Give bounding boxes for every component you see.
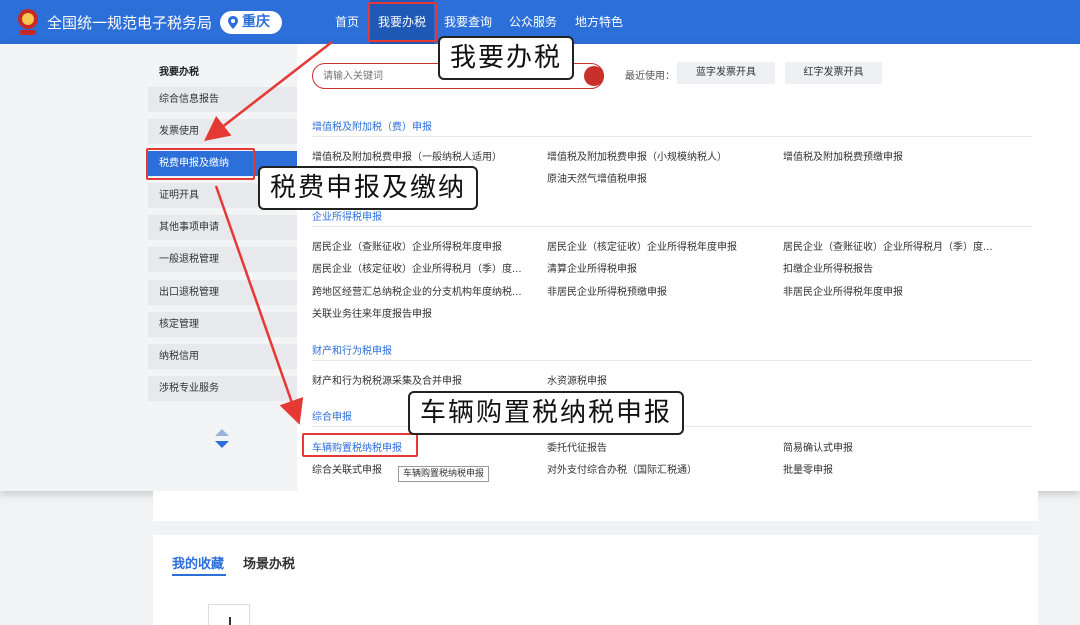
content-card [153, 491, 1038, 521]
region-selector[interactable]: 重庆 [220, 11, 282, 34]
link-batch-zero[interactable]: 批量零申报 [783, 461, 833, 476]
sidebar-item-professional[interactable]: 涉税专业服务 [148, 376, 297, 401]
sidebar-item-assessment[interactable]: 核定管理 [148, 312, 297, 337]
tooltip: 车辆购置税纳税申报 [398, 466, 490, 482]
favorites-card [153, 535, 1038, 625]
link-withholding[interactable]: 扣缴企业所得税报告 [783, 260, 873, 275]
link-nonresident-annual[interactable]: 非居民企业所得税年度申报 [783, 283, 903, 298]
callout-tax-handling: 我要办税 [438, 36, 575, 80]
recent-red-invoice-button[interactable]: 红字发票开具 [785, 62, 882, 84]
site-title: 全国统一规范电子税务局 [47, 14, 213, 32]
tab-scenario[interactable]: 场景办税 [243, 553, 295, 572]
nav-tax-handling[interactable]: 我要办税 [370, 0, 434, 44]
section-title-property: 财产和行为税申报 [312, 346, 392, 357]
callout-vehicle-purchase-tax: 车辆购置税纳税申报 [408, 391, 685, 435]
sidebar-title: 我要办税 [159, 67, 199, 78]
sidebar-item-other-request[interactable]: 其他事项申请 [148, 215, 297, 240]
sidebar-item-invoice[interactable]: 发票使用 [148, 119, 297, 144]
sidebar-item-general-refund[interactable]: 一般退税管理 [148, 247, 297, 272]
recent-blue-invoice-button[interactable]: 蓝字发票开具 [677, 62, 775, 84]
link-linked-declaration[interactable]: 综合关联式申报 [312, 461, 382, 476]
link-nonresident-prepay[interactable]: 非居民企业所得税预缴申报 [547, 283, 667, 298]
tab-underline [172, 574, 226, 576]
link-vat-prepay[interactable]: 增值税及附加税费预缴申报 [783, 148, 903, 163]
sidebar-item-info-report[interactable]: 综合信息报告 [148, 87, 297, 112]
recent-label: 最近使用： [625, 71, 675, 82]
link-corp-audit-quarterly[interactable]: 居民企业（查账征收）企业所得税月（季）度... [783, 238, 993, 253]
tab-favorites[interactable]: 我的收藏 [172, 553, 224, 572]
link-vehicle-purchase-tax[interactable]: 车辆购置税纳税申报 [312, 439, 402, 454]
add-favorite-button[interactable] [208, 604, 250, 625]
scroll-arrows-icon[interactable] [214, 429, 230, 449]
section-title-corp-income: 企业所得税申报 [312, 212, 382, 223]
link-water-resource[interactable]: 水资源税申报 [547, 372, 607, 387]
link-crude-oil-vat[interactable]: 原油天然气增值税申报 [547, 170, 647, 185]
nav-home[interactable]: 首页 [335, 0, 359, 44]
link-vat-small[interactable]: 增值税及附加税费申报（小规模纳税人） [547, 148, 727, 163]
link-cross-region[interactable]: 跨地区经营汇总纳税企业的分支机构年度纳税... [312, 283, 522, 298]
link-property-combined[interactable]: 财产和行为税税源采集及合并申报 [312, 372, 462, 387]
divider [312, 360, 1032, 361]
tax-emblem-icon [18, 9, 38, 35]
link-vat-general[interactable]: 增值税及附加税费申报（一般纳税人适用） [312, 148, 502, 163]
link-simple-confirm[interactable]: 简易确认式申报 [783, 439, 853, 454]
link-corp-assessed-annual[interactable]: 居民企业（核定征收）企业所得税年度申报 [547, 238, 737, 253]
search-button[interactable] [584, 66, 604, 86]
nav-local-features[interactable]: 地方特色 [575, 0, 623, 44]
section-title-vat: 增值税及附加税（费）申报 [312, 122, 432, 133]
sidebar-item-credit[interactable]: 纳税信用 [148, 344, 297, 369]
link-related-party[interactable]: 关联业务往来年度报告申报 [312, 305, 432, 320]
link-corp-audit-annual[interactable]: 居民企业（查账征收）企业所得税年度申报 [312, 238, 502, 253]
location-pin-icon [228, 16, 238, 29]
divider [312, 136, 1032, 137]
link-corp-assessed-quarterly[interactable]: 居民企业（核定征收）企业所得税月（季）度... [312, 260, 522, 275]
link-entrusted-collection[interactable]: 委托代征报告 [547, 439, 607, 454]
divider [312, 226, 1032, 227]
section-title-comprehensive: 综合申报 [312, 412, 352, 423]
sidebar-item-export-refund[interactable]: 出口退税管理 [148, 280, 297, 305]
callout-tax-declaration: 税费申报及缴纳 [258, 166, 479, 210]
link-overseas-payment[interactable]: 对外支付综合办税（国际汇税通） [547, 461, 697, 476]
region-label: 重庆 [242, 14, 270, 30]
link-liquidation[interactable]: 清算企业所得税申报 [547, 260, 637, 275]
